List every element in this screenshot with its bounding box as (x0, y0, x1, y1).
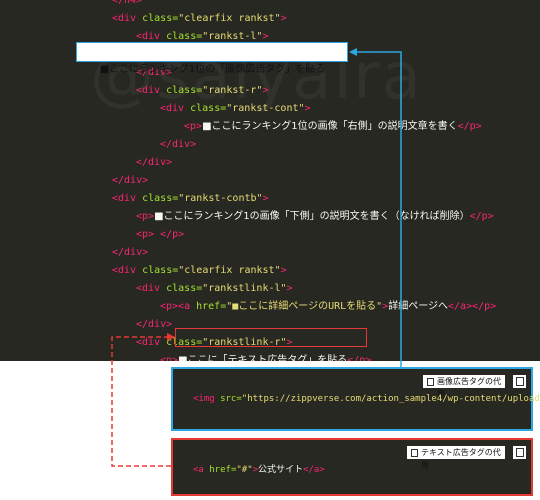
image-ad-snippet-label: 画像広告タグの代用 (423, 375, 505, 399)
red-arrowhead (167, 333, 175, 341)
copy-icon[interactable] (513, 375, 526, 388)
snippet-token: </a> (303, 465, 325, 475)
copy-icon[interactable] (513, 446, 526, 459)
snippet-token: 公式サイト (258, 465, 304, 475)
snippet-token: src= (220, 394, 242, 404)
image-ad-snippet-box: 画像広告タグの代用 <img src="https://zippverse.co… (171, 367, 540, 431)
snippet-token: <a (193, 465, 210, 475)
snippet-token: <img (193, 394, 221, 404)
red-connector (111, 336, 171, 467)
blue-arrowhead (349, 48, 357, 56)
text-ad-snippet-label: テキスト広告タグの代用 (407, 446, 505, 470)
snippet-token: "https://zippverse.com/action_sample4/wp… (241, 394, 540, 404)
snippet-token: href= (209, 465, 237, 475)
text-ad-snippet-box: テキスト広告タグの代用 <a href="#">公式サイト</a> (171, 438, 533, 496)
text-ad-snippet-code: <a href="#">公式サイト</a> (193, 462, 325, 478)
snippet-token: "#" (236, 465, 253, 475)
blue-connector (355, 51, 402, 372)
image-ad-snippet-code: <img src="https://zippverse.com/action_s… (193, 391, 540, 407)
